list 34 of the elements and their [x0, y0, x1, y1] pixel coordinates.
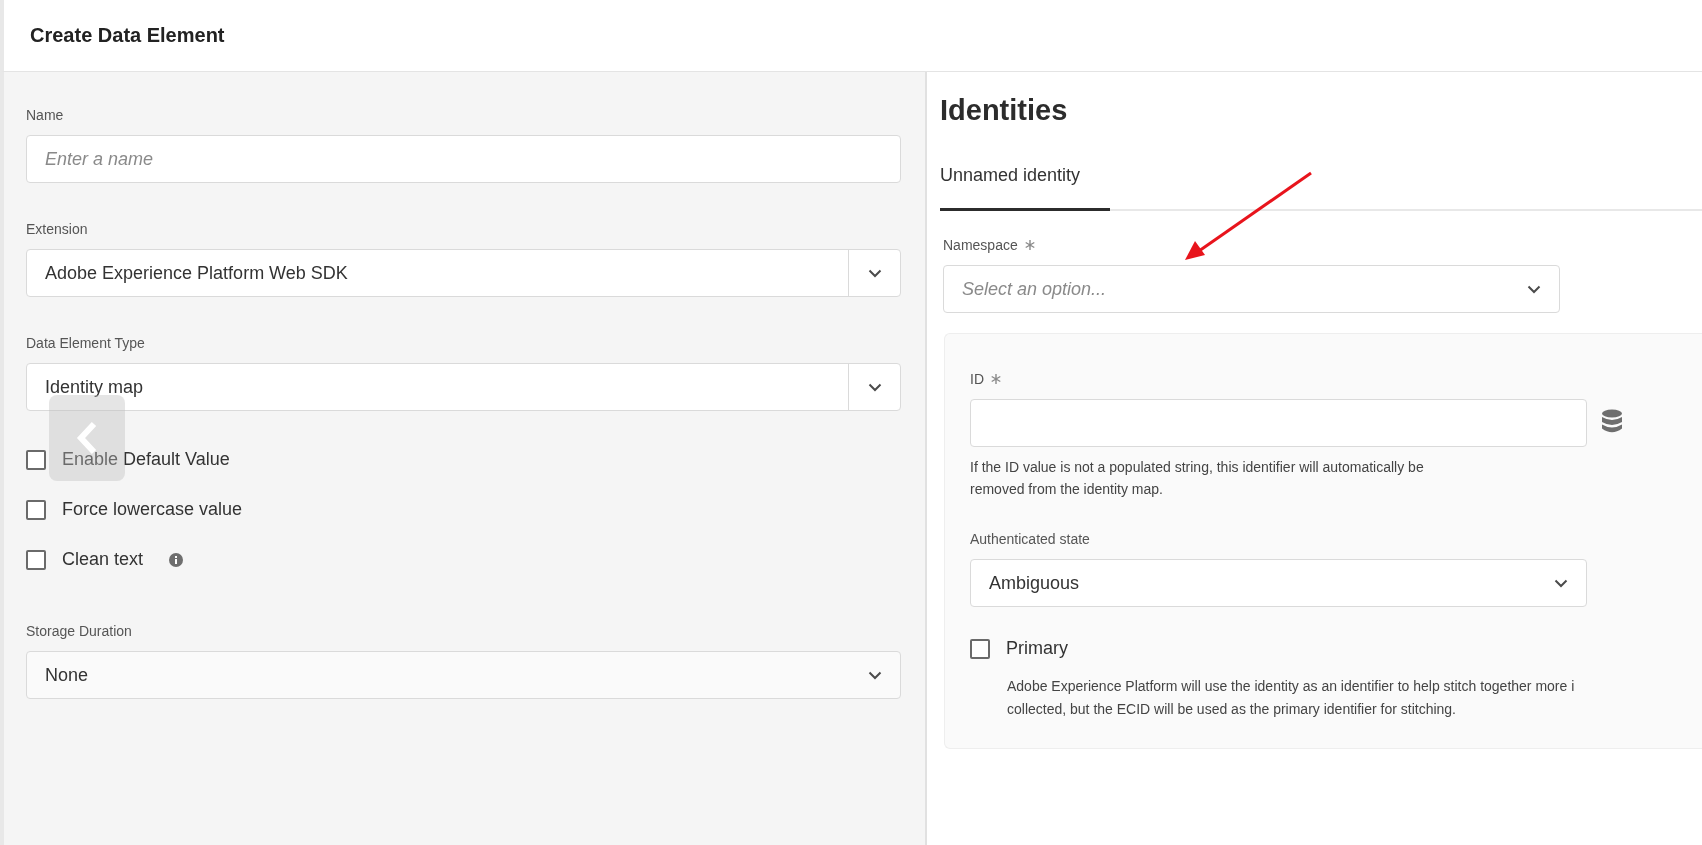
select-field[interactable]: Adobe Experience Platform Web SDK: [26, 249, 901, 297]
field-label: Extension: [26, 221, 88, 237]
checkbox[interactable]: [26, 549, 46, 570]
checkbox[interactable]: [26, 449, 46, 470]
tab[interactable]: Unnamed identity: [940, 165, 1110, 211]
id-field[interactable]: [970, 399, 1587, 447]
chevron-down-icon: [1527, 284, 1541, 294]
help-text: If the ID value is not a populated string, this identifier will automatically be removed from the identity map.: [970, 458, 1425, 499]
field-label: Name: [26, 107, 64, 123]
chevron-down-icon: [867, 268, 882, 278]
chevron-down-icon: [1554, 578, 1568, 588]
field-label: ID: [970, 371, 984, 387]
page-title: Create Data Element: [30, 24, 225, 47]
back-button[interactable]: [49, 395, 125, 481]
select-field[interactable]: Select an option...: [943, 265, 1560, 313]
chevron-down-icon: [868, 670, 882, 680]
checkbox-label: Primary: [1006, 638, 1068, 660]
field-label: Namespace: [943, 237, 1018, 253]
checkbox-label: Enable Default Value: [62, 449, 230, 470]
select-field[interactable]: Ambiguous: [970, 559, 1587, 608]
field-label: Storage Duration: [26, 623, 132, 639]
checkbox-label: Clean text: [62, 549, 144, 570]
select-field[interactable]: None: [26, 651, 901, 699]
name-field[interactable]: Enter a name: [26, 135, 901, 183]
select-field[interactable]: Identity map: [26, 363, 901, 411]
checkbox[interactable]: [970, 638, 990, 659]
description-text: Adobe Experience Platform will use the identity as an identifier to help stitch together more i collected, but the ECID will be used as the primary identifier for stitching.: [1007, 677, 1576, 719]
chevron-down-icon: [867, 382, 882, 392]
field-label: Authenticated state: [970, 531, 1090, 548]
database-icon: [1601, 409, 1623, 433]
field-label: Data Element Type: [26, 335, 145, 351]
checkbox[interactable]: [26, 499, 46, 520]
section-heading: Identities: [940, 94, 1069, 127]
checkbox-label: Force lowercase value: [62, 499, 243, 520]
